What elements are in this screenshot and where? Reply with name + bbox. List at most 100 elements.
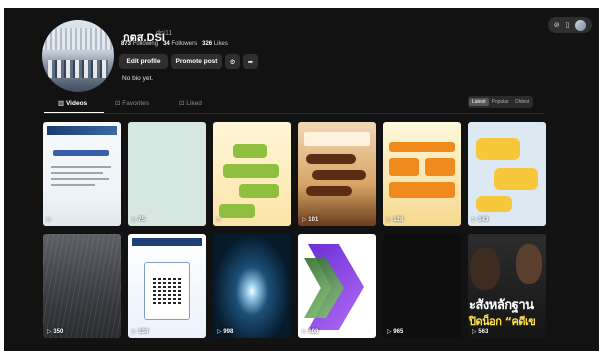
tab-liked[interactable]: ⊡ Liked xyxy=(179,99,202,107)
view-count: ▷ 965 xyxy=(387,329,404,335)
profile-stats: 873 Following 34 Followers 326 Likes xyxy=(121,41,228,47)
following-count[interactable]: 873 xyxy=(121,41,131,47)
play-icon: ▷ xyxy=(472,217,477,223)
thumb-shape xyxy=(425,158,455,176)
video-thumbnail[interactable]: ▷ 998 xyxy=(213,234,291,338)
view-count: ▷ 138 xyxy=(132,329,149,335)
view-count: ▷ 101 xyxy=(302,217,319,223)
avatar-roof xyxy=(42,28,114,50)
video-thumbnail[interactable]: ▷ xyxy=(213,122,291,226)
tab-videos[interactable]: ▥ Videos xyxy=(58,99,87,107)
following-label[interactable]: Following xyxy=(133,41,158,47)
thumb-text-line xyxy=(51,172,103,174)
promote-post-button[interactable]: Promote post xyxy=(171,54,222,69)
tab-label: Liked xyxy=(186,100,202,107)
play-icon: ▷ xyxy=(47,329,52,335)
tabs-divider xyxy=(44,113,544,114)
followers-count[interactable]: 34 xyxy=(163,41,170,47)
profile-page: กตส.DSI dsi11 873 Following 34 Followers… xyxy=(4,8,599,351)
thumb-shape xyxy=(476,138,520,160)
thumb-shape xyxy=(494,168,538,190)
tab-label: Favorites xyxy=(122,100,149,107)
gear-icon: ⚙ xyxy=(229,58,236,66)
settings-button[interactable]: ⚙ xyxy=(225,54,240,69)
video-thumbnail[interactable]: ▷ 101 xyxy=(298,122,376,226)
messages-icon[interactable]: ⊘ xyxy=(554,21,560,29)
thumb-shape xyxy=(389,182,455,198)
video-thumbnail[interactable]: ▷ 138 xyxy=(128,234,206,338)
profile-bio: No bio yet. xyxy=(122,75,154,82)
play-icon: ▷ xyxy=(217,217,222,223)
play-icon: ▷ xyxy=(302,329,307,335)
video-thumbnail[interactable]: ▷ 143 xyxy=(468,122,546,226)
profile-avatar[interactable] xyxy=(42,20,114,92)
play-icon: ▷ xyxy=(302,217,307,223)
play-icon: ▷ xyxy=(217,329,222,335)
account-avatar-icon[interactable] xyxy=(575,19,587,31)
view-count: ▷ 128 xyxy=(387,217,404,223)
play-icon: ▷ xyxy=(387,217,392,223)
heart-icon: ⊡ xyxy=(179,100,185,107)
grid-icon: ▥ xyxy=(58,100,65,107)
view-count: ▷ 108 xyxy=(302,329,319,335)
play-icon: ▷ xyxy=(387,329,392,335)
view-count: ▷ xyxy=(217,216,222,223)
thumb-text-line xyxy=(51,178,109,180)
thumb-person xyxy=(470,248,500,290)
tab-label: Videos xyxy=(65,100,88,107)
video-thumbnail[interactable]: ▷ xyxy=(43,122,121,226)
active-tab-underline xyxy=(44,112,104,113)
thumb-person xyxy=(516,244,542,284)
thumb-rain-texture xyxy=(43,234,121,338)
inbox-icon[interactable]: ▯ xyxy=(566,21,570,29)
play-icon: ▷ xyxy=(472,329,477,335)
qr-pattern xyxy=(153,276,181,304)
play-icon: ▷ xyxy=(132,329,137,335)
avatar-group-photo xyxy=(48,60,108,78)
thumb-title-bar xyxy=(53,150,109,156)
thumb-header xyxy=(47,126,117,135)
thumb-shape xyxy=(312,170,366,180)
thumb-shape xyxy=(306,186,352,196)
thumb-header xyxy=(132,238,202,246)
video-thumbnail[interactable]: ะสังหลักฐาน ปิดน็อก “คดีเข ▷ 563 xyxy=(468,234,546,338)
view-count: ▷ xyxy=(47,216,52,223)
view-count: ▷ 998 xyxy=(217,329,234,335)
thumb-shape xyxy=(223,164,279,178)
share-button[interactable]: ➦ xyxy=(243,54,258,69)
video-thumbnail[interactable]: ▷ 75 xyxy=(128,122,206,226)
nickname: dsi11 xyxy=(156,30,173,37)
thumb-text-line xyxy=(51,166,111,168)
top-right-actions: ⊘ ▯ xyxy=(548,17,592,33)
thumb-shape xyxy=(219,204,255,218)
thumb-shape xyxy=(306,154,356,164)
sort-toggle: Latest Popular Oldest xyxy=(468,96,534,108)
thumb-shape xyxy=(389,158,419,176)
sort-popular[interactable]: Popular xyxy=(489,98,512,106)
view-count: ▷ 143 xyxy=(472,217,489,223)
followers-label[interactable]: Followers xyxy=(171,41,197,47)
thumb-shape xyxy=(476,196,512,212)
tab-favorites[interactable]: ⊡ Favorites xyxy=(115,99,149,107)
video-thumbnail[interactable]: ▷ 128 xyxy=(383,122,461,226)
view-count: ▷ 75 xyxy=(132,217,145,223)
share-arrow-icon: ➦ xyxy=(247,58,254,66)
thumb-banner xyxy=(304,132,370,146)
video-thumbnail[interactable]: ▷ 350 xyxy=(43,234,121,338)
edit-profile-button[interactable]: Edit profile xyxy=(119,54,168,69)
video-thumbnail[interactable]: ▷ 108 xyxy=(298,234,376,338)
view-count: ▷ 350 xyxy=(47,329,64,335)
sort-latest[interactable]: Latest xyxy=(469,98,489,106)
thumb-shape xyxy=(389,142,455,152)
thumb-shape xyxy=(239,184,279,198)
profile-tabs: ▥ Videos ⊡ Favorites ⊡ Liked Latest Popu… xyxy=(44,96,544,114)
likes-label: Likes xyxy=(213,41,228,47)
thumb-text-line xyxy=(51,184,95,186)
thumb-shape xyxy=(233,144,267,158)
likes-count: 326 xyxy=(202,41,213,47)
view-count: ▷ 563 xyxy=(472,329,489,335)
sort-oldest[interactable]: Oldest xyxy=(512,98,532,106)
bookmark-icon: ⊡ xyxy=(115,100,121,107)
video-thumbnail[interactable]: ▷ 965 xyxy=(383,234,461,338)
play-icon: ▷ xyxy=(47,217,52,223)
